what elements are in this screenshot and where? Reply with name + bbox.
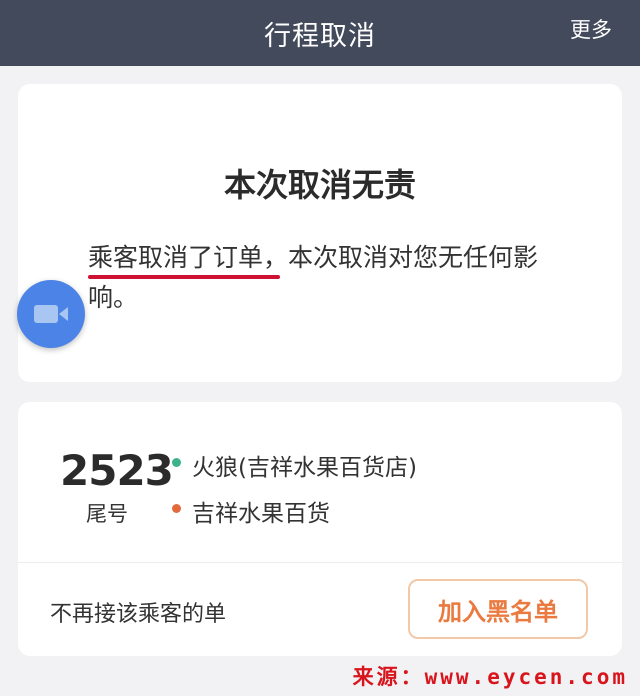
phone-tail-number: 2523 [60, 446, 174, 495]
cancel-status-card: 本次取消无责 乘客取消了订单，本次取消对您无任何影响。 [18, 84, 622, 382]
navbar: 行程取消 更多 [0, 0, 640, 66]
source-watermark: 来源：www.eycen.com [352, 665, 628, 689]
end-location: 吉祥水果百货 [192, 501, 330, 527]
end-dot-icon [172, 504, 181, 513]
divider [18, 562, 622, 563]
video-camera-icon [34, 305, 68, 323]
add-to-blacklist-button[interactable]: 加入黑名单 [408, 579, 588, 639]
start-location: 火狼(吉祥水果百货店) [192, 455, 417, 481]
highlight-underline [88, 275, 280, 279]
start-dot-icon [172, 458, 181, 467]
phone-tail-label: 尾号 [86, 502, 128, 526]
page-title: 行程取消 [264, 20, 376, 52]
status-title: 本次取消无责 [223, 166, 416, 204]
more-button[interactable]: 更多 [570, 14, 612, 44]
video-call-button[interactable] [17, 280, 85, 348]
trip-info-card: 2523 尾号 火狼(吉祥水果百货店) 吉祥水果百货 不再接该乘客的单 加入黑名… [18, 402, 622, 656]
block-passenger-label: 不再接该乘客的单 [50, 602, 227, 627]
